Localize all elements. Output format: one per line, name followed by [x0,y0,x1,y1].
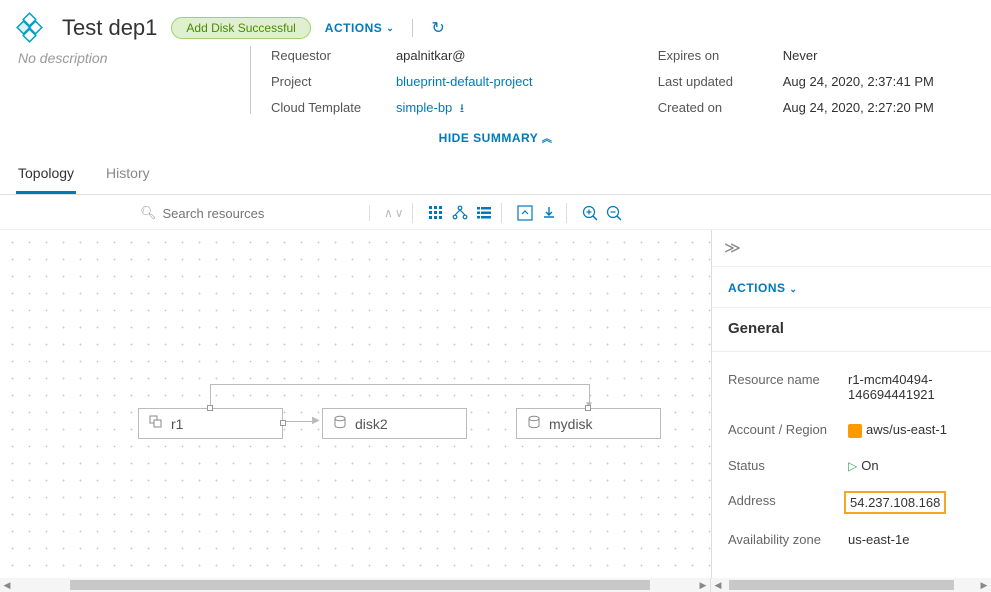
topology-canvas[interactable]: ▶ ▼ r1 disk2 mydisk [0,230,711,592]
aws-icon [848,424,862,438]
view-list-button[interactable] [475,204,493,222]
address-value: 54.237.108.168 [844,491,946,514]
expires-value: Never [783,46,975,66]
availability-zone-value: us-east-1e [848,532,975,547]
scroll-left-button[interactable]: ◀ [711,578,725,592]
play-icon: ▷ [848,459,857,473]
node-r1[interactable]: r1 [138,408,283,439]
zoom-out-button[interactable] [605,204,623,222]
page-title: Test dep1 [62,15,157,41]
resource-name-label: Resource name [728,372,848,387]
tab-topology[interactable]: Topology [16,155,76,194]
handle[interactable] [280,420,286,426]
search-icon: 🔍︎ [140,205,157,221]
nav-up-down[interactable]: ∧ ∨ [376,203,413,223]
chevron-down-icon: ⌄ [386,23,394,34]
refresh-button[interactable]: ↻ [431,18,444,38]
expand-button[interactable] [516,204,534,222]
side-actions-dropdown[interactable]: ACTIONS ⌄ [712,267,991,308]
tab-history[interactable]: History [104,155,152,194]
horizontal-scrollbar-area: ◀ ▶ ◀ ▶ [0,578,991,592]
divider [250,46,251,114]
account-region-value: aws/us-east-1 [848,422,975,438]
collapse-panel-button[interactable]: ≫ [712,230,991,267]
scroll-right-button[interactable]: ▶ [696,578,710,592]
disk-icon [333,415,347,432]
chevron-down-icon: ⌄ [789,284,797,294]
created-value: Aug 24, 2020, 2:27:20 PM [783,98,975,118]
node-mydisk[interactable]: mydisk [516,408,661,439]
scroll-right-button[interactable]: ▶ [977,578,991,592]
download-canvas-button[interactable] [540,204,558,222]
template-label: Cloud Template [271,98,396,118]
view-grid-button[interactable] [427,204,445,222]
template-link[interactable]: simple-bp ⭳ [396,98,598,118]
created-label: Created on [658,98,783,118]
status-label: Status [728,458,848,473]
arrow-right-icon: ▶ [312,415,320,426]
search-input[interactable] [163,206,343,221]
download-icon[interactable]: ⭳ [460,101,464,115]
updated-value: Aug 24, 2020, 2:37:41 PM [783,72,975,92]
handle[interactable] [207,405,213,411]
actions-dropdown[interactable]: ACTIONS ⌄ [325,21,395,35]
availability-zone-label: Availability zone [728,532,848,547]
connector [210,384,590,385]
hide-summary-toggle[interactable]: HIDE SUMMARY ︽ [0,118,991,155]
vm-icon [149,415,163,432]
requestor-label: Requestor [271,46,396,66]
project-link[interactable]: blueprint-default-project [396,72,598,92]
scrollbar-thumb[interactable] [729,580,954,590]
view-topology-button[interactable] [451,204,469,222]
project-label: Project [271,72,396,92]
account-region-label: Account / Region [728,422,848,437]
node-disk2[interactable]: disk2 [322,408,467,439]
chevron-down-icon: ∨ [395,206,404,220]
status-badge: Add Disk Successful [171,17,310,39]
chevron-up-double-icon: ︽ [542,134,553,145]
section-general-title: General [712,308,991,352]
scroll-left-button[interactable]: ◀ [0,578,14,592]
status-value: ▷On [848,458,975,473]
resource-name-value: r1-mcm40494-146694441921 [848,372,975,402]
updated-label: Last updated [658,72,783,92]
disk-icon [527,415,541,432]
requestor-value: apalnitkar@ [396,46,598,66]
scrollbar-thumb[interactable] [70,580,650,590]
address-label: Address [728,493,848,508]
handle[interactable] [585,405,591,411]
zoom-in-button[interactable] [581,204,599,222]
divider [412,19,413,37]
details-panel: ≫ ACTIONS ⌄ General Resource name r1-mcm… [711,230,991,592]
chevron-up-icon: ∧ [384,206,393,220]
expires-label: Expires on [658,46,783,66]
deployment-logo-icon [16,12,48,44]
